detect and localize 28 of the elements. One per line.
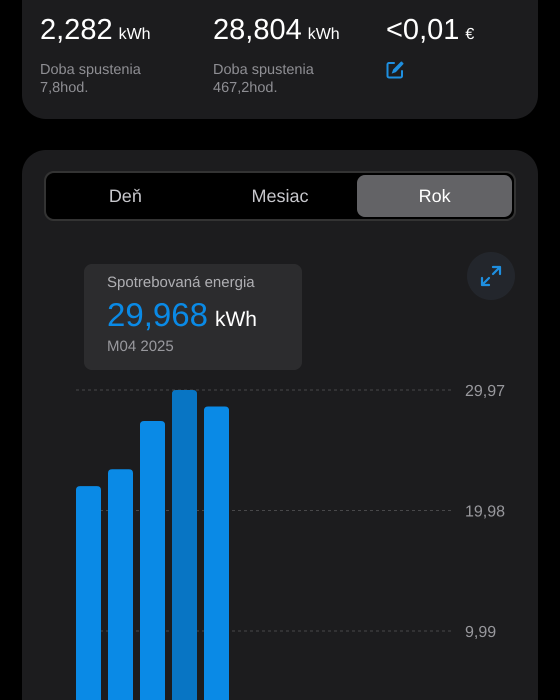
tooltip-value: 29,968 <box>107 296 208 334</box>
expand-button[interactable] <box>467 252 515 300</box>
stat-detail: 467,2hod. <box>213 79 279 97</box>
axis-label: 9,99 <box>465 624 496 641</box>
bar[interactable] <box>140 421 165 700</box>
stat-unit: kWh <box>118 26 151 44</box>
bar[interactable] <box>204 406 229 700</box>
tooltip-unit: kWh <box>214 308 257 332</box>
expand-icon <box>479 264 503 288</box>
stat-value: 28,804 <box>213 14 302 47</box>
edit-icon[interactable] <box>386 61 404 79</box>
bar[interactable] <box>172 390 197 700</box>
bar[interactable] <box>76 486 101 700</box>
tooltip-title: Spotrebovaná energia <box>107 274 256 291</box>
axis-label: 29,97 <box>465 383 506 400</box>
stat-label: Doba spustenia <box>40 61 142 79</box>
stat-unit: kWh <box>308 26 340 44</box>
period-tab[interactable]: Mesiac <box>202 175 358 217</box>
tooltip-period: M04 2025 <box>107 338 175 355</box>
stat-detail: 7,8hod. <box>40 79 90 97</box>
stat-value: 2,282 <box>40 14 113 47</box>
stat-label: Doba spustenia <box>213 61 315 79</box>
axis-label: 19,98 <box>465 504 506 520</box>
period-tab[interactable]: Deň <box>48 175 203 217</box>
stat-value: <0,01 <box>386 14 460 47</box>
stat-unit: € <box>465 26 474 44</box>
bar[interactable] <box>108 469 133 700</box>
period-tab[interactable]: Rok <box>357 175 512 217</box>
